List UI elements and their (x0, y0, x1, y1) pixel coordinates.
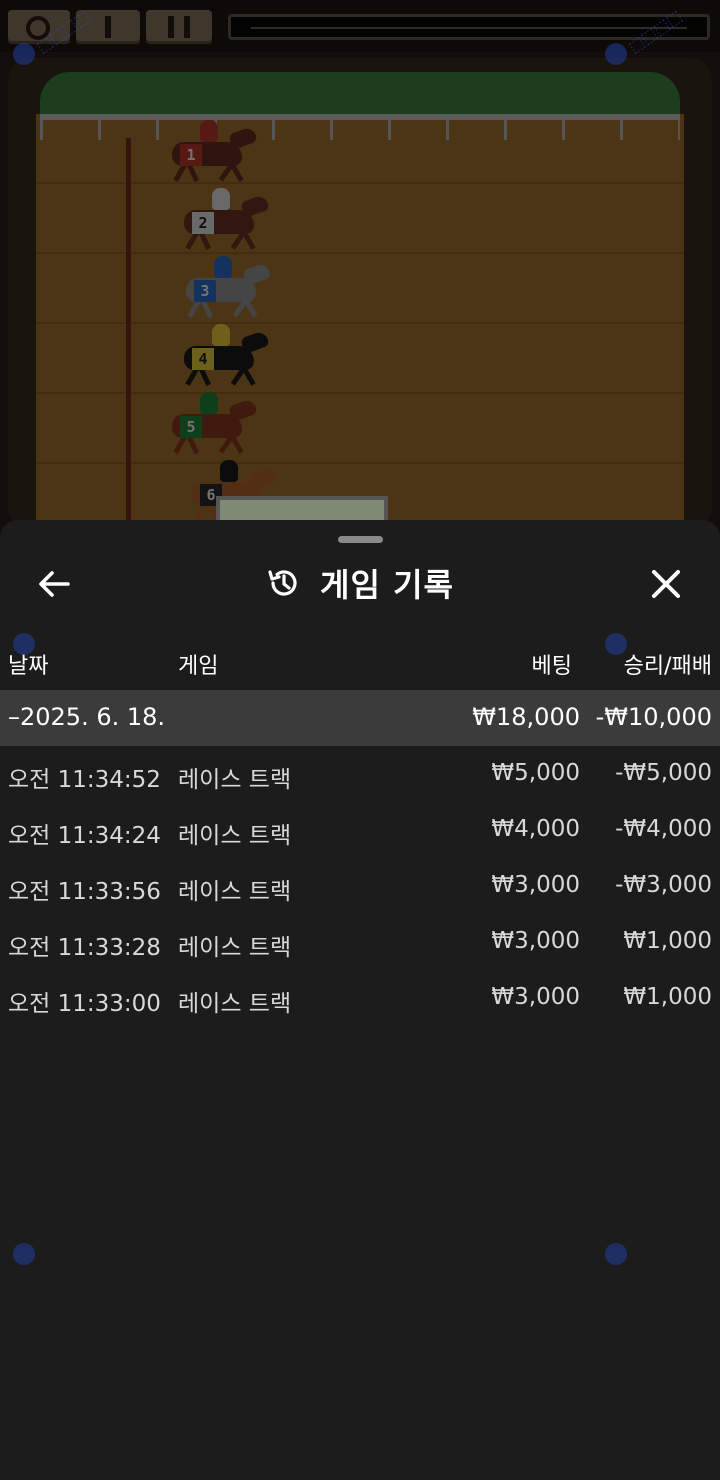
row-game: 레이스 트랙 (178, 935, 292, 961)
row-time: 오전 11:34:52 (8, 767, 161, 793)
group-date: –2025. 6. 18. (8, 703, 166, 731)
row-game: 레이스 트랙 (178, 823, 292, 849)
row-winloss: -₩3,000 (615, 872, 712, 898)
row-time: 오전 11:34:24 (8, 823, 161, 849)
watermark-logo (13, 633, 35, 655)
drag-handle[interactable] (338, 536, 383, 543)
game-history-sheet: 게임 기록 날짜 게임 베팅 승리/패배 –2025. 6. 18. ₩18,0… (0, 520, 720, 1480)
watermark-logo (605, 1243, 627, 1265)
column-header-bet: 베팅 (531, 654, 572, 679)
row-game: 레이스 트랙 (178, 767, 292, 793)
row-time: 오전 11:33:28 (8, 935, 161, 961)
history-row[interactable]: 오전 11:33:56 레이스 트랙 ₩3,000 -₩3,000 (0, 862, 720, 912)
watermark-logo: ⬚⬚⬚⬚ (13, 10, 93, 65)
row-bet: ₩3,000 (491, 928, 580, 954)
group-bet-total: ₩18,000 (472, 703, 580, 731)
svg-text:⬚⬚⬚⬚: ⬚⬚⬚⬚ (33, 10, 93, 56)
row-time: 오전 11:33:56 (8, 879, 161, 905)
row-winloss: ₩1,000 (623, 984, 712, 1010)
history-row[interactable]: 오전 11:34:52 레이스 트랙 ₩5,000 -₩5,000 (0, 750, 720, 800)
race-game-view: 123456 (0, 0, 720, 540)
row-winloss: -₩5,000 (615, 760, 712, 786)
history-icon (268, 570, 297, 596)
close-icon[interactable] (646, 564, 686, 604)
history-row[interactable]: 오전 11:33:00 레이스 트랙 ₩3,000 ₩1,000 (0, 974, 720, 1024)
sheet-title: 게임 기록 (320, 566, 454, 604)
column-header-game: 게임 (178, 654, 219, 679)
row-bet: ₩3,000 (491, 872, 580, 898)
row-game: 레이스 트랙 (178, 991, 292, 1017)
group-winloss-total: -₩10,000 (595, 703, 712, 731)
row-time: 오전 11:33:00 (8, 991, 161, 1017)
date-group-row[interactable]: –2025. 6. 18. ₩18,000 -₩10,000 (0, 690, 720, 746)
row-winloss: ₩1,000 (623, 928, 712, 954)
row-bet: ₩3,000 (491, 984, 580, 1010)
row-winloss: -₩4,000 (615, 816, 712, 842)
history-row[interactable]: 오전 11:34:24 레이스 트랙 ₩4,000 -₩4,000 (0, 806, 720, 856)
row-bet: ₩4,000 (491, 816, 580, 842)
row-game: 레이스 트랙 (178, 879, 292, 905)
dim-overlay (0, 0, 720, 540)
history-row[interactable]: 오전 11:33:28 레이스 트랙 ₩3,000 ₩1,000 (0, 918, 720, 968)
svg-text:⬚⬚⬚⬚: ⬚⬚⬚⬚ (625, 10, 685, 56)
watermark-logo (13, 1243, 35, 1265)
watermark-logo: ⬚⬚⬚⬚ (605, 10, 685, 65)
watermark-logo (605, 633, 627, 655)
row-bet: ₩5,000 (491, 760, 580, 786)
